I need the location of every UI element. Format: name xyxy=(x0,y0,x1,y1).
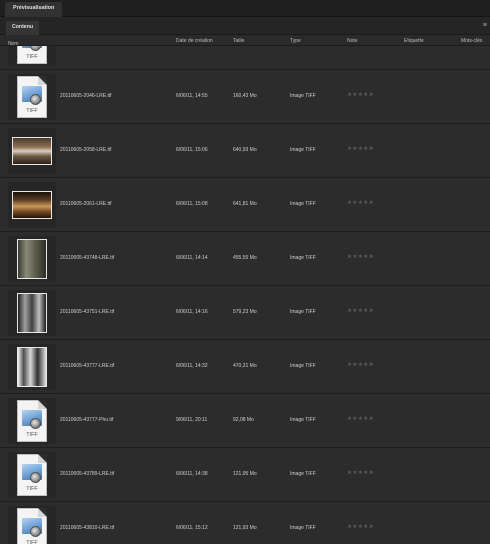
tiff-file-icon: TIFF xyxy=(17,508,47,544)
file-size: 579,23 Mo xyxy=(233,309,257,315)
tiff-icon-label: TIFF xyxy=(26,486,38,492)
file-row[interactable]: 20110605-2061-LRE.tif 6/06/11, 15:08 641,8… xyxy=(0,178,490,232)
file-type: Image TIFF xyxy=(290,525,316,531)
tab-content[interactable]: Contenu xyxy=(6,21,40,35)
tiff-icon-label: TIFF xyxy=(26,108,38,114)
file-created-date: 6/06/11, 14:32 xyxy=(176,363,208,369)
file-row[interactable]: 20110605-43751-LRE.tif 6/06/11, 14:16 579,… xyxy=(0,286,490,340)
thumbnail: TIFF xyxy=(8,506,56,544)
thumbnail xyxy=(8,236,56,282)
tab-preview[interactable]: Prévisualisation xyxy=(5,2,63,17)
file-size: 121,93 Mo xyxy=(233,525,257,531)
rating-stars[interactable]: ★★★★★ xyxy=(347,524,374,530)
file-created-date: 6/06/11, 14:38 xyxy=(176,471,208,477)
photo-thumbnail-image xyxy=(12,191,52,219)
rating-stars[interactable]: ★★★★★ xyxy=(347,416,374,422)
rating-stars[interactable]: ★★★★★ xyxy=(347,254,374,260)
rating-stars[interactable]: ★★★★★ xyxy=(347,362,374,368)
partial-file-row[interactable]: TIFF xyxy=(0,46,490,70)
column-rating[interactable]: Note xyxy=(347,38,358,44)
thumbnail: TIFF xyxy=(8,74,56,120)
file-name: 20110605-43789-LRE.tif xyxy=(60,471,115,477)
file-row[interactable]: 20110605-43748-LRE.tif 6/06/11, 14:14 455,… xyxy=(0,232,490,286)
thumbnail xyxy=(8,182,56,228)
rating-stars[interactable]: ★★★★★ xyxy=(347,470,374,476)
file-name: 20110605-2058-LRE.tif xyxy=(60,147,112,153)
panel-tab-strip: Prévisualisation xyxy=(0,0,490,17)
file-type: Image TIFF xyxy=(290,201,316,207)
thumbnail: TIFF xyxy=(8,398,56,444)
file-size: 641,81 Mo xyxy=(233,201,257,207)
file-name: 20110605-43777-LRE.tif xyxy=(60,363,115,369)
photo-thumbnail-image xyxy=(12,137,52,165)
rating-stars[interactable]: ★★★★★ xyxy=(347,146,374,152)
tiff-icon-label: TIFF xyxy=(26,432,38,438)
file-row[interactable]: TIFF 20110605-43789-LRE.tif 6/06/11, 14:38… xyxy=(0,448,490,502)
tiff-icon-label: TIFF xyxy=(26,540,38,544)
rating-stars[interactable]: ★★★★★ xyxy=(347,92,374,98)
tiff-file-icon: TIFF xyxy=(17,76,47,118)
file-type: Image TIFF xyxy=(290,417,316,423)
file-row[interactable]: 20110605-43777-LRE.tif 6/06/11, 14:32 470,… xyxy=(0,340,490,394)
file-name: 20110605-43810-LRE.tif xyxy=(60,525,115,531)
file-type: Image TIFF xyxy=(290,147,316,153)
file-type: Image TIFF xyxy=(290,309,316,315)
file-name: 20110605-43748-LRE.tif xyxy=(60,255,115,261)
thumbnail xyxy=(8,128,56,174)
file-row[interactable]: 20110605-2058-LRE.tif 6/06/11, 15:06 640,9… xyxy=(0,124,490,178)
file-size: 640,93 Mo xyxy=(233,147,257,153)
column-label[interactable]: Etiquette xyxy=(404,38,424,44)
file-created-date: 6/06/11, 15:08 xyxy=(176,201,208,207)
file-size: 470,21 Mo xyxy=(233,363,257,369)
thumbnail: TIFF xyxy=(8,46,56,66)
file-created-date: 6/06/11, 14:16 xyxy=(176,309,208,315)
thumbnail xyxy=(8,290,56,336)
file-created-date: 6/06/11, 15:12 xyxy=(176,525,208,531)
photo-thumbnail-image xyxy=(17,347,47,387)
tiff-file-icon: TIFF xyxy=(17,46,47,64)
file-size: 455,55 Mo xyxy=(233,255,257,261)
file-created-date: 6/06/11, 15:06 xyxy=(176,147,208,153)
file-type: Image TIFF xyxy=(290,93,316,99)
photo-thumbnail-image xyxy=(17,293,47,333)
file-type: Image TIFF xyxy=(290,255,316,261)
tiff-icon-label: TIFF xyxy=(26,54,38,60)
file-created-date: 9/06/11, 20:11 xyxy=(176,417,208,423)
thumbnail xyxy=(8,344,56,390)
file-row[interactable]: TIFF 20110605-43777-Pho.tif 9/06/11, 20:11… xyxy=(0,394,490,448)
file-name: 20110605-43777-Pho.tif xyxy=(60,417,114,423)
file-type: Image TIFF xyxy=(290,471,316,477)
tiff-file-icon: TIFF xyxy=(17,400,47,442)
thumbnail: TIFF xyxy=(8,452,56,498)
file-size: 92,08 Mo xyxy=(233,417,254,423)
file-row[interactable]: TIFF 20110605-43810-LRE.tif 6/06/11, 15:12… xyxy=(0,502,490,544)
file-name: 20110605-2061-LRE.tif xyxy=(60,201,112,207)
column-keywords[interactable]: Mots-clés xyxy=(461,38,482,44)
file-name: 20110605-43751-LRE.tif xyxy=(60,309,115,315)
panel-menu-icon[interactable]: ≡ xyxy=(483,22,487,29)
content-panel-bar: Contenu ≡ xyxy=(0,17,490,35)
rating-stars[interactable]: ★★★★★ xyxy=(347,308,374,314)
photo-thumbnail-image xyxy=(17,239,47,279)
file-name: 20110605-2046-LRE.tif xyxy=(60,93,112,99)
tiff-file-icon: TIFF xyxy=(17,454,47,496)
file-created-date: 6/06/11, 14:55 xyxy=(176,93,208,99)
file-size: 160,43 Mo xyxy=(233,93,257,99)
file-list: TIFF TIFF 20110605-2046-LRE.tif 6/06/11, 1… xyxy=(0,46,490,544)
column-header: Nom ↑ Date de création Taille Type Note E… xyxy=(0,35,490,47)
column-type[interactable]: Type xyxy=(290,38,301,44)
column-size[interactable]: Taille xyxy=(233,38,244,44)
file-row[interactable]: TIFF 20110605-2046-LRE.tif 6/06/11, 14:55 1… xyxy=(0,70,490,124)
file-type: Image TIFF xyxy=(290,363,316,369)
column-created[interactable]: Date de création xyxy=(176,38,213,44)
file-size: 121,95 Mo xyxy=(233,471,257,477)
rating-stars[interactable]: ★★★★★ xyxy=(347,200,374,206)
file-created-date: 6/06/11, 14:14 xyxy=(176,255,208,261)
